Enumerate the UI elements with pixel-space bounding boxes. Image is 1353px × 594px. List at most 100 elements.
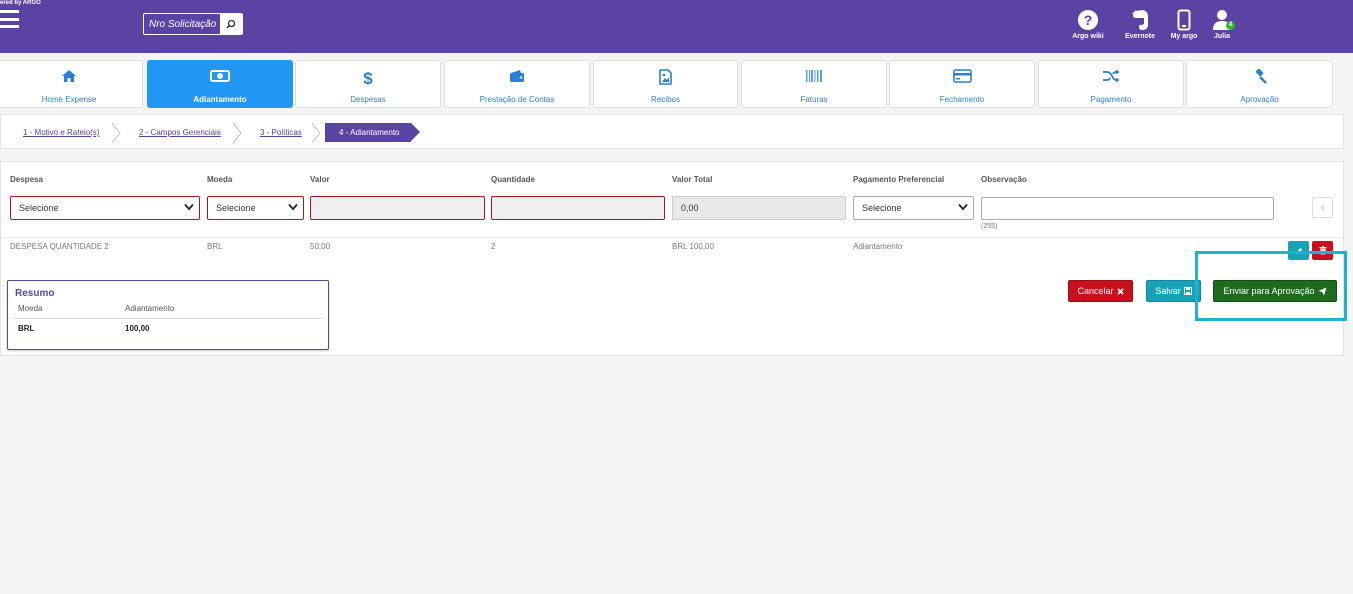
header-despesa: Despesa <box>10 175 43 184</box>
step-3-politicas[interactable]: 3 - Políticas <box>260 123 302 142</box>
tab-home-expense-label: Home Expense <box>41 95 97 104</box>
send-for-approval-button[interactable]: Enviar para Aprovação <box>1213 280 1337 302</box>
tab-pagamento-label: Pagamento <box>1090 95 1132 104</box>
tab-faturas[interactable]: Faturas <box>741 60 887 108</box>
wizard-breadcrumb: 1 - Motivo e Rateio(s) 2 - Campos Gerenc… <box>0 114 1344 149</box>
save-button-label: Salvar <box>1155 286 1181 296</box>
moeda-select-wrap: Selecione <box>207 196 304 220</box>
moeda-select[interactable]: Selecione <box>207 196 304 220</box>
step-1-motivo-rateio[interactable]: 1 - Motivo e Rateio(s) <box>23 123 99 142</box>
send-for-approval-label: Enviar para Aprovação <box>1223 286 1315 296</box>
chevron-right-icon <box>232 123 242 143</box>
header-pagamento-preferencial: Pagamento Preferencial <box>853 175 945 184</box>
shuffle-icon <box>1103 69 1120 83</box>
svg-text:$: $ <box>363 69 373 86</box>
tab-despesas-label: Despesas <box>350 95 386 104</box>
header-moeda: Moeda <box>207 175 233 184</box>
tab-home-expense[interactable]: Home Expense <box>0 60 143 108</box>
search-button[interactable] <box>220 14 242 34</box>
save-button[interactable]: Salvar <box>1146 280 1201 302</box>
step-4-adiantamento[interactable]: 4 - Adiantamento <box>325 123 422 142</box>
observacao-input[interactable] <box>981 197 1274 220</box>
delete-row-button[interactable] <box>1312 241 1333 260</box>
trash-icon <box>1319 246 1326 255</box>
search-icon <box>226 19 236 29</box>
user-name-label: Julia <box>1214 33 1230 40</box>
dollar-icon: $ <box>363 69 373 86</box>
tab-faturas-label: Faturas <box>800 95 828 104</box>
chevron-right-icon <box>311 123 321 143</box>
edit-row-button[interactable] <box>1288 241 1309 260</box>
mobile-phone-icon <box>1177 9 1191 31</box>
despesa-select-wrap: Selecione <box>10 196 200 220</box>
home-icon <box>62 70 76 82</box>
close-icon <box>1116 287 1124 295</box>
credit-card-icon <box>952 69 972 83</box>
powered-by-text: ered by ARGO <box>0 0 41 6</box>
tab-despesas[interactable]: $ Despesas <box>295 60 441 108</box>
tab-pagamento[interactable]: Pagamento <box>1038 60 1184 108</box>
valor-total-input <box>672 196 846 220</box>
summary-adiantamento-value: 100,00 <box>125 324 150 333</box>
valor-input[interactable] <box>310 196 485 220</box>
tab-adiantamento[interactable]: Adiantamento <box>147 60 293 108</box>
argo-wiki-link[interactable]: ? Argo wiki <box>1063 9 1113 40</box>
tab-recibos[interactable]: Recibos <box>593 60 738 108</box>
row-despesa: DESPESA QUANTIDADE 2 <box>10 242 109 251</box>
wallet-icon <box>510 70 524 82</box>
tab-adiantamento-label: Adiantamento <box>193 95 247 104</box>
quantidade-input[interactable] <box>491 196 665 220</box>
summary-card: Resumo Moeda Adiantamento BRL 100,00 <box>7 280 329 350</box>
row-valor: 50,00 <box>310 242 331 251</box>
user-menu[interactable]: 4 Julia <box>1197 9 1247 40</box>
header-observacao: Observação <box>981 175 1027 184</box>
summary-moeda-value: BRL <box>18 324 35 333</box>
summary-divider <box>13 318 323 319</box>
summary-title: Resumo <box>15 288 55 299</box>
tab-prestacao-de-contas[interactable]: Prestação de Contas <box>444 60 590 108</box>
chevron-right-icon <box>111 123 121 143</box>
step-2-campos-gerenciais[interactable]: 2 - Campos Gerenciais <box>139 123 221 142</box>
search-box <box>143 13 243 35</box>
floppy-disk-icon <box>1183 287 1192 295</box>
summary-header-adiantamento: Adiantamento <box>125 304 175 313</box>
tab-aprovacao[interactable]: Aprovação <box>1186 60 1333 108</box>
advance-form-panel: Despesa Moeda Valor Quantidade Valor Tot… <box>0 161 1344 356</box>
cancel-button-label: Cancelar <box>1077 286 1114 296</box>
row-quantidade: 2 <box>491 242 496 251</box>
image-file-icon <box>659 69 672 85</box>
evernote-link[interactable]: Evernote <box>1115 9 1165 40</box>
header-valor: Valor <box>310 175 330 184</box>
header-quantidade: Quantidade <box>491 175 536 184</box>
question-circle-icon: ? <box>1078 10 1098 30</box>
pagamento-select-wrap: Selecione <box>853 196 974 220</box>
evernote-label: Evernote <box>1125 33 1155 40</box>
add-row-button[interactable]: + <box>1312 197 1333 218</box>
tab-fechamento[interactable]: Fechamento <box>889 60 1035 108</box>
argo-wiki-label: Argo wiki <box>1072 33 1104 40</box>
row-pagamento: Adiantamento <box>853 242 903 251</box>
evernote-icon <box>1132 10 1148 30</box>
row-moeda: BRL <box>207 242 223 251</box>
despesa-select[interactable]: Selecione <box>10 196 200 220</box>
tab-recibos-label: Recibos <box>651 95 680 104</box>
money-icon <box>210 70 230 82</box>
pagamento-preferencial-select[interactable]: Selecione <box>853 196 974 220</box>
cancel-button[interactable]: Cancelar <box>1068 280 1133 302</box>
request-number-search-input[interactable] <box>144 14 220 34</box>
header-valor-total: Valor Total <box>672 175 713 184</box>
barcode-icon <box>806 70 822 82</box>
paper-plane-icon <box>1318 287 1327 295</box>
tab-aprovacao-label: Aprovação <box>1240 95 1279 104</box>
notification-badge: 4 <box>1226 21 1235 30</box>
row-valor-total: BRL 100,00 <box>672 242 714 251</box>
tab-prestacao-label: Prestação de Contas <box>479 95 555 104</box>
summary-header-moeda: Moeda <box>18 304 43 313</box>
hamburger-menu-icon[interactable] <box>0 10 19 28</box>
svg-text:?: ? <box>1084 12 1093 28</box>
top-navbar: ered by ARGO ? Argo wiki Evernote My arg… <box>0 0 1353 53</box>
row-divider <box>1 237 1343 238</box>
pencil-icon <box>1295 247 1302 254</box>
tab-fechamento-label: Fechamento <box>939 95 985 104</box>
observacao-char-count: (255) <box>981 223 998 230</box>
